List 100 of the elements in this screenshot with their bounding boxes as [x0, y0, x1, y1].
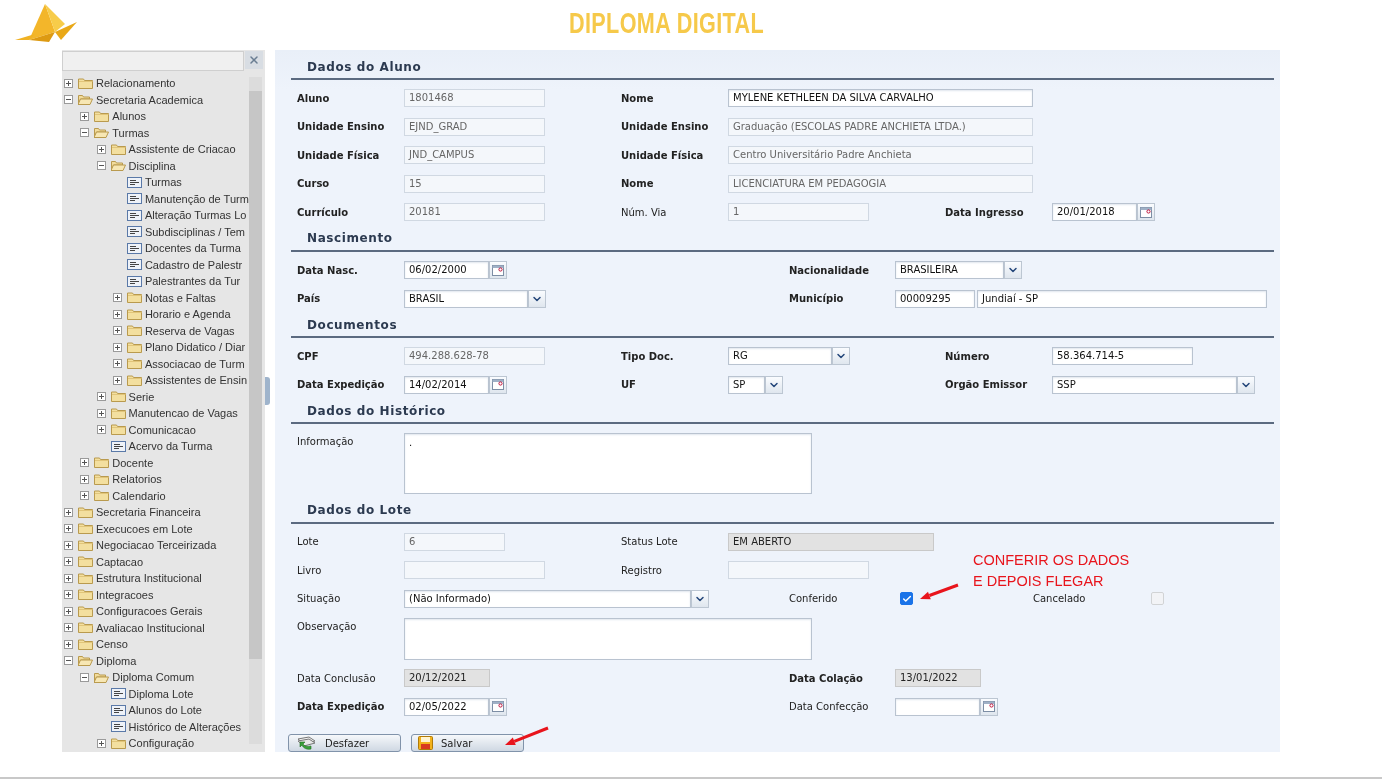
- calendar-button[interactable]: [489, 697, 507, 716]
- select-field[interactable]: SSP: [1052, 375, 1237, 394]
- expander-icon[interactable]: [112, 293, 122, 303]
- dropdown-button[interactable]: [691, 589, 709, 608]
- expander-icon[interactable]: [64, 639, 73, 649]
- tree-item[interactable]: Censo: [96, 638, 128, 651]
- dropdown-button[interactable]: [832, 347, 850, 366]
- tree-item[interactable]: Assistente de Criacao: [128, 143, 236, 156]
- select-field[interactable]: BRASIL: [404, 289, 528, 308]
- tree-item[interactable]: Manutenção de Turm: [144, 192, 249, 205]
- expander-icon[interactable]: [64, 590, 73, 600]
- date-field[interactable]: 02/05/2022: [404, 697, 489, 716]
- expander-icon[interactable]: [80, 474, 90, 484]
- expander-icon[interactable]: [64, 573, 73, 583]
- expander-icon[interactable]: [80, 458, 90, 468]
- code-field[interactable]: 00009295: [895, 289, 975, 308]
- expander-icon[interactable]: [80, 111, 90, 121]
- expander-icon[interactable]: [64, 623, 73, 633]
- tree-item[interactable]: Captacao: [96, 555, 144, 568]
- tree-item[interactable]: Avaliacao Institucional: [96, 621, 205, 634]
- clear-button[interactable]: [245, 51, 263, 69]
- select-field[interactable]: (Não Informado): [404, 589, 691, 608]
- tree-item[interactable]: Relacionamento: [96, 77, 176, 90]
- tree-item[interactable]: Palestrantes da Tur: [144, 275, 241, 288]
- search-field[interactable]: [62, 51, 244, 71]
- expander-icon[interactable]: [64, 524, 73, 534]
- expander-icon[interactable]: [96, 738, 106, 748]
- expander-icon[interactable]: [96, 425, 106, 435]
- text-field[interactable]: 494.288.628-78: [404, 347, 545, 366]
- dropdown-button[interactable]: [528, 289, 546, 308]
- expander-icon[interactable]: [80, 491, 90, 501]
- calendar-button[interactable]: [1137, 203, 1155, 222]
- expander-icon[interactable]: [96, 392, 106, 402]
- expander-icon[interactable]: [64, 656, 73, 666]
- dropdown-button[interactable]: [1004, 261, 1022, 280]
- text-area[interactable]: .: [404, 433, 812, 495]
- tree-item[interactable]: Alunos do Lote: [128, 704, 202, 717]
- dropdown-button[interactable]: [765, 375, 783, 394]
- undo-button[interactable]: Desfazer: [288, 734, 401, 752]
- expander-icon[interactable]: [80, 128, 90, 138]
- expander-icon[interactable]: [64, 606, 73, 616]
- tree-item[interactable]: Relatorios: [112, 473, 162, 486]
- text-field[interactable]: [728, 561, 869, 580]
- tree-item[interactable]: Serie: [128, 390, 155, 403]
- date-field[interactable]: [895, 697, 980, 716]
- tree-item[interactable]: Histórico de Alterações: [128, 720, 242, 733]
- tree-item[interactable]: Secretaria Financeira: [96, 506, 201, 519]
- dropdown-button[interactable]: [1237, 375, 1255, 394]
- expander-icon[interactable]: [112, 375, 122, 385]
- tree-item[interactable]: Disciplina: [128, 159, 176, 172]
- tree-item[interactable]: Turmas: [112, 126, 150, 139]
- expander-icon[interactable]: [112, 342, 122, 352]
- tree-item[interactable]: Negociacao Terceirizada: [96, 539, 217, 552]
- expander-icon[interactable]: [64, 540, 73, 550]
- checkbox[interactable]: [900, 592, 913, 606]
- tree-item[interactable]: Manutencao de Vagas: [128, 407, 238, 420]
- text-field[interactable]: LICENCIATURA EM PEDAGOGIA: [728, 174, 1033, 193]
- select-field[interactable]: BRASILEIRA: [895, 261, 1004, 280]
- tree-item[interactable]: Secretaria Academica: [96, 93, 203, 106]
- calendar-button[interactable]: [489, 375, 507, 394]
- text-field[interactable]: EJND_GRAD: [404, 117, 545, 136]
- tree-item[interactable]: Acervo da Turma: [128, 440, 213, 453]
- expander-icon[interactable]: [64, 507, 73, 517]
- date-field[interactable]: 14/02/2014: [404, 375, 489, 394]
- tree-item[interactable]: Assistentes de Ensin: [144, 374, 247, 387]
- expander-icon[interactable]: [96, 144, 106, 154]
- expander-icon[interactable]: [80, 672, 90, 682]
- save-button[interactable]: Salvar: [411, 734, 524, 752]
- text-field[interactable]: 6: [404, 532, 505, 551]
- tree-item[interactable]: Diploma Comum: [112, 671, 195, 684]
- tree-item[interactable]: Cadastro de Palestr: [144, 258, 243, 271]
- expander-icon[interactable]: [64, 78, 73, 88]
- date-field[interactable]: 20/01/2018: [1052, 203, 1137, 222]
- tree-item[interactable]: Estrutura Institucional: [96, 572, 202, 585]
- tree-item[interactable]: Integracoes: [96, 588, 154, 601]
- select-field[interactable]: RG: [728, 347, 832, 366]
- calendar-button[interactable]: [980, 697, 998, 716]
- text-field[interactable]: Jundiaí - SP: [977, 289, 1267, 308]
- expander-icon[interactable]: [112, 309, 122, 319]
- splitter-handle[interactable]: [265, 377, 270, 405]
- tree-item[interactable]: Diploma: [96, 654, 137, 667]
- expander-icon[interactable]: [112, 359, 122, 369]
- tree-item[interactable]: Diploma Lote: [128, 687, 194, 700]
- tree-item[interactable]: Subdisciplinas / Tem: [144, 225, 245, 238]
- tree-item[interactable]: Comunicacao: [128, 423, 196, 436]
- tree-item[interactable]: Configuracoes Gerais: [96, 605, 203, 618]
- expander-icon[interactable]: [96, 408, 106, 418]
- expander-icon[interactable]: [96, 161, 106, 171]
- text-field[interactable]: 15: [404, 174, 545, 193]
- expander-icon[interactable]: [64, 95, 73, 105]
- tree-item[interactable]: Notas e Faltas: [144, 291, 216, 304]
- calendar-button[interactable]: [489, 261, 507, 280]
- text-field[interactable]: 1: [728, 203, 869, 222]
- tree-item[interactable]: Plano Didatico / Diar: [144, 341, 246, 354]
- select-field[interactable]: SP: [728, 375, 765, 394]
- text-field[interactable]: 20181: [404, 203, 545, 222]
- tree-item[interactable]: Horario e Agenda: [144, 308, 231, 321]
- tree-item[interactable]: Docentes da Turma: [144, 242, 241, 255]
- text-field[interactable]: Graduação (ESCOLAS PADRE ANCHIETA LTDA.): [728, 117, 1033, 136]
- text-field[interactable]: JND_CAMPUS: [404, 146, 545, 165]
